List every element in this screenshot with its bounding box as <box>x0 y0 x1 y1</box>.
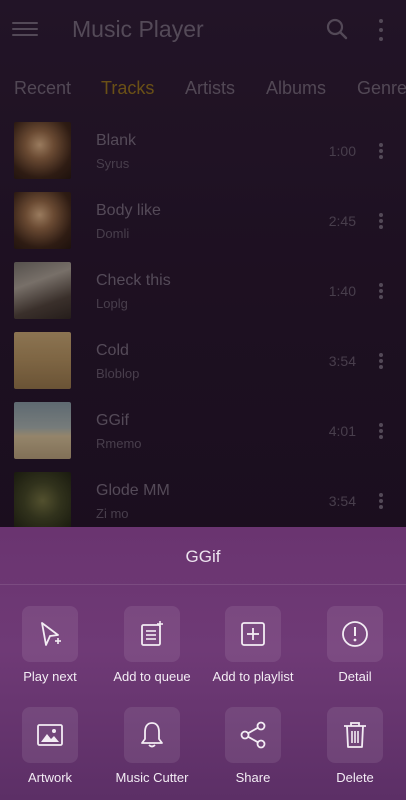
detail-button[interactable]: Detail <box>305 606 405 698</box>
divider <box>0 584 406 585</box>
share-button[interactable]: Share <box>203 707 303 799</box>
play-next-button[interactable]: Play next <box>0 606 100 698</box>
info-icon <box>327 606 383 662</box>
music-player-screen: Music Player Recent Tracks Artists Album… <box>0 0 406 800</box>
delete-button[interactable]: Delete <box>305 707 405 799</box>
sheet-title: GGif <box>185 547 221 566</box>
play-next-icon <box>22 606 78 662</box>
action-label: Delete <box>336 770 374 785</box>
image-icon <box>22 707 78 763</box>
artwork-button[interactable]: Artwork <box>0 707 100 799</box>
trash-icon <box>327 707 383 763</box>
bell-icon <box>124 707 180 763</box>
share-icon <box>225 707 281 763</box>
add-to-queue-icon <box>124 606 180 662</box>
add-to-playlist-icon <box>225 606 281 662</box>
track-options-sheet: GGif Play next Add to queue Add to playl… <box>0 527 406 800</box>
action-label: Detail <box>338 669 372 684</box>
music-cutter-button[interactable]: Music Cutter <box>102 707 202 799</box>
add-to-queue-button[interactable]: Add to queue <box>102 606 202 698</box>
add-to-playlist-button[interactable]: Add to playlist <box>203 606 303 698</box>
